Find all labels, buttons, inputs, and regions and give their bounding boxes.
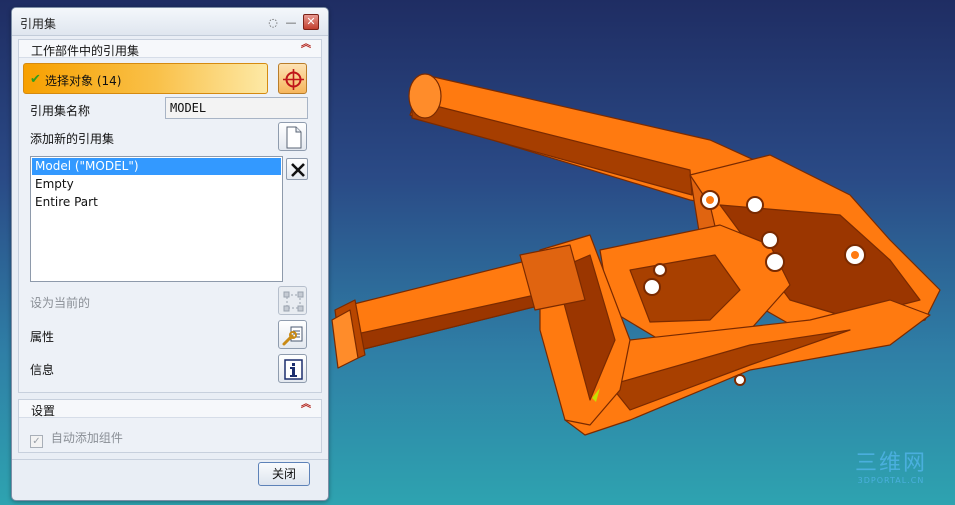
list-item[interactable]: Empty [32, 176, 281, 193]
properties-button[interactable] [278, 320, 307, 349]
footer-divider [12, 459, 328, 460]
info-label: 信息 [30, 363, 55, 377]
close-icon[interactable]: ✕ [303, 14, 319, 30]
properties-wrench-icon [282, 326, 303, 346]
set-current-label: 设为当前的 [30, 296, 91, 310]
refset-name-input[interactable] [165, 97, 308, 119]
check-icon: ✔ [30, 72, 41, 87]
close-button[interactable]: 关闭 [258, 462, 310, 486]
auto-add-label: 自动添加组件 [50, 431, 123, 445]
select-objects-label: 选择对象 (14) [45, 74, 122, 88]
auto-add-components-option[interactable]: ✓ 自动添加组件 [30, 429, 123, 448]
set-current-icon [283, 291, 304, 312]
list-item[interactable]: Model ("MODEL") [32, 158, 281, 175]
group-header-main[interactable]: 工作部件中的引用集 ︽ [19, 40, 321, 58]
collapse-icon[interactable]: ︽ [301, 40, 311, 50]
graphics-viewport[interactable] [330, 0, 955, 505]
toggle-clamp-model[interactable] [330, 0, 955, 505]
minimize-icon[interactable]: — [284, 16, 298, 30]
watermark-main-text: 三维网 [855, 451, 928, 476]
crosshair-icon [283, 69, 304, 90]
select-objects-button[interactable]: ✔ 选择对象 (14) [23, 63, 268, 94]
dialog-title: 引用集 [20, 17, 57, 31]
watermark-logo: 三维网 3DPORTAL.CN [855, 451, 928, 486]
add-new-refset-label: 添加新的引用集 [30, 132, 115, 146]
group-header-settings[interactable]: 设置 ︽ [19, 400, 321, 418]
collapse-icon[interactable]: ︽ [301, 400, 311, 410]
list-item[interactable]: Entire Part [32, 194, 281, 211]
info-icon [284, 359, 303, 380]
reference-set-dialog: 引用集 ◌ — ✕ 工作部件中的引用集 ︽ ✔ 选择对象 (14) 引用集名称 … [11, 7, 329, 501]
refset-name-label: 引用集名称 [30, 104, 91, 118]
refset-list[interactable]: Model ("MODEL") Empty Entire Part [30, 156, 283, 282]
properties-label: 属性 [30, 330, 55, 344]
group-title-main: 工作部件中的引用集 [31, 44, 140, 58]
auto-add-checkbox[interactable]: ✓ [30, 435, 43, 448]
group-title-settings: 设置 [31, 404, 56, 418]
delete-x-icon [291, 163, 305, 177]
reset-icon[interactable]: ◌ [266, 16, 280, 30]
set-current-button[interactable] [278, 286, 307, 315]
delete-refset-button[interactable] [286, 158, 308, 180]
crosshair-button[interactable] [278, 63, 307, 94]
dialog-titlebar[interactable]: 引用集 ◌ — ✕ [12, 8, 328, 36]
new-document-icon [286, 126, 302, 149]
info-button[interactable] [278, 354, 307, 383]
add-new-refset-button[interactable] [278, 122, 307, 151]
watermark-sub-text: 3DPORTAL.CN [857, 476, 925, 485]
